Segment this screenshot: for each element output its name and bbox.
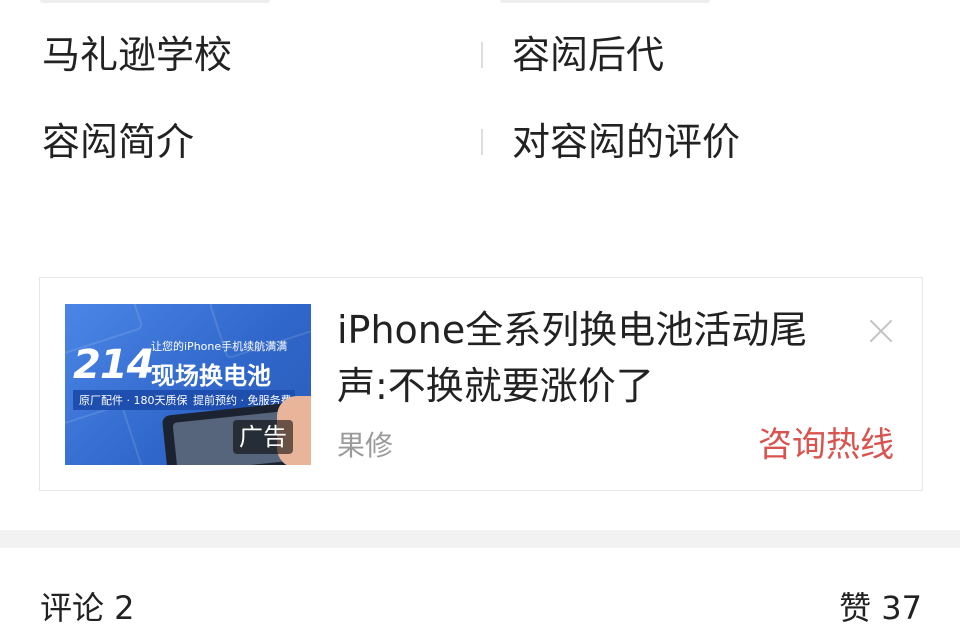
section-gap bbox=[0, 530, 960, 548]
related-link-evaluation[interactable]: 对容闳的评价 bbox=[512, 118, 740, 166]
ad-source: 果修 bbox=[337, 429, 394, 462]
related-link-descendants[interactable]: 容闳后代 bbox=[512, 31, 664, 79]
close-icon[interactable] bbox=[864, 314, 898, 348]
like-count[interactable]: 赞 37 bbox=[839, 588, 922, 624]
ad-image-headline: 现场换电池 bbox=[151, 362, 271, 390]
comment-bar: 评论 2 赞 37 bbox=[0, 548, 960, 624]
ad-title[interactable]: iPhone全系列换电池活动尾声:不换就要涨价了 bbox=[337, 302, 837, 414]
ad-badge: 广告 bbox=[233, 420, 293, 454]
hotline-button[interactable]: 咨询热线 bbox=[758, 424, 894, 466]
ad-image[interactable]: 214 让您的iPhone手机续航满满 现场换电池 原厂配件 · 180天质保 … bbox=[65, 304, 311, 465]
ad-card[interactable]: 214 让您的iPhone手机续航满满 现场换电池 原厂配件 · 180天质保 … bbox=[39, 277, 923, 491]
related-link-morrison-school[interactable]: 马礼逊学校 bbox=[42, 31, 232, 79]
ad-image-tagline: 让您的iPhone手机续航满满 bbox=[151, 340, 288, 353]
related-links-grid: 马礼逊学校 容闳后代 容闳简介 对容闳的评价 bbox=[0, 0, 960, 200]
column-divider bbox=[481, 42, 483, 68]
column-divider bbox=[481, 129, 483, 155]
ad-image-number: 214 bbox=[73, 342, 154, 388]
comment-count[interactable]: 评论 2 bbox=[40, 588, 135, 624]
related-link-intro[interactable]: 容闳简介 bbox=[42, 118, 194, 166]
ad-image-bar-left: 原厂配件 · 180天质保 bbox=[79, 394, 188, 407]
